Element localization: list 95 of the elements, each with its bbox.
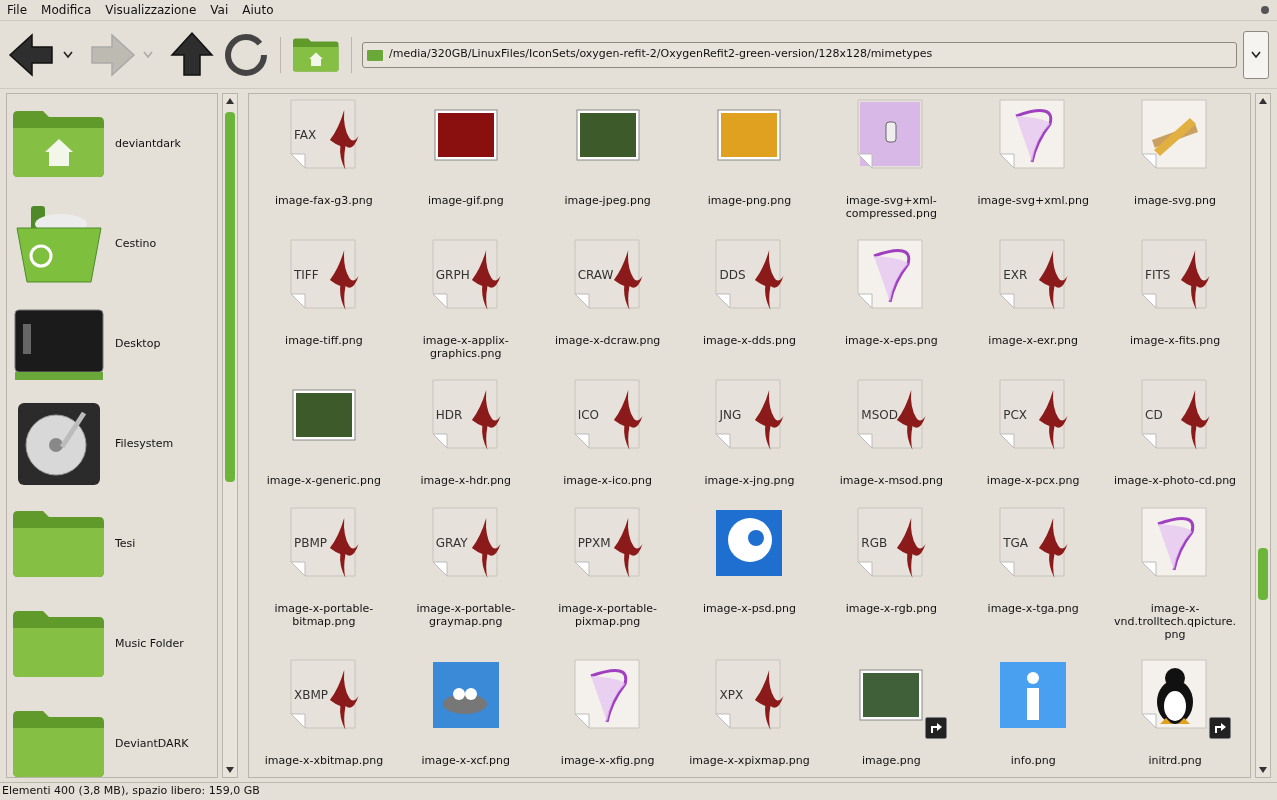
file-name[interactable]: info.png [971,754,1096,767]
menu-item[interactable]: Vai [210,1,229,19]
file-name[interactable]: image-x-rgb.png [829,602,954,615]
format-tag: JNG [719,406,742,424]
file-name[interactable]: image-fax-g3.png [261,194,386,207]
format-tag: TGA [1003,534,1029,552]
location-dropdown-button[interactable] [1243,30,1269,79]
monitor-icon [11,306,107,382]
place-label: Cestino [115,235,157,252]
place-item[interactable]: deviantdark [7,94,217,194]
file-name[interactable]: image-x-portable-pixmap.png [545,602,670,628]
up-button[interactable] [168,30,216,79]
scrollbar[interactable] [1255,93,1271,778]
status-text: Elementi 400 (3,8 MB), spazio libero: 159,0 GB [2,783,260,800]
format-tag: PBMP [293,534,327,552]
format-tag: HDR [435,406,463,424]
scroll-down-icon[interactable] [1259,767,1267,773]
place-item[interactable]: Filesystem [7,394,217,494]
folder-icon [367,48,383,61]
place-label: DeviantDARK [115,735,189,752]
file-name[interactable]: image-jpeg.png [545,194,670,207]
place-item[interactable]: Cestino [7,194,217,294]
file-name[interactable]: image-x-dcraw.png [545,334,670,347]
file-name[interactable]: image-x-msod.png [829,474,954,487]
file-name[interactable]: image-x-ico.png [545,474,670,487]
place-label: deviantdark [115,135,181,152]
folder-icon [11,508,107,580]
folder-icon [11,608,107,680]
file-name[interactable]: image-x-generic.png [261,474,386,487]
location-path: /media/320GB/LinuxFiles/IconSets/oxygen-refit-2/OxygenRefit2-green-version/128x128/mimetypes [389,46,933,63]
scroll-up-icon[interactable] [226,98,234,104]
file-name[interactable]: image-png.png [687,194,812,207]
file-name[interactable]: image-x-applix-graphics.png [403,334,528,360]
file-name[interactable]: image-x-jng.png [687,474,812,487]
format-tag: DDS [719,266,746,284]
caret-icon [1250,50,1262,59]
place-label: Music Folder [115,635,184,652]
file-name[interactable]: image-svg+xml-compressed.png [829,194,954,220]
format-tag: FITS [1145,266,1171,284]
file-name[interactable]: image-x-xcf.png [403,754,528,767]
location-field[interactable]: /media/320GB/LinuxFiles/IconSets/oxygen-refit-2/OxygenRefit2-green-version/128x128/mimetypes [362,41,1237,68]
scrollbar-thumb[interactable] [225,112,235,482]
file-name[interactable]: image-x-psd.png [687,602,812,615]
scroll-up-icon[interactable] [1259,98,1267,104]
file-name[interactable]: image-x-hdr.png [403,474,528,487]
place-item[interactable]: Tesi [7,494,217,594]
format-tag: XBMP [293,686,328,704]
menu-item[interactable]: Aiuto [242,1,274,19]
file-name[interactable]: image-x-fits.png [1113,334,1238,347]
file-name[interactable]: image-x-exr.png [971,334,1096,347]
file-name[interactable]: initrd.png [1113,754,1238,767]
scrollbar[interactable] [222,93,238,778]
file-name[interactable]: image-svg+xml.png [971,194,1096,207]
file-name[interactable]: image-x-portable-bitmap.png [261,602,386,628]
format-tag: PCX [1003,406,1028,424]
format-tag: CRAW [577,266,614,284]
file-name[interactable]: image-x-eps.png [829,334,954,347]
file-name[interactable]: image-x-xfig.png [545,754,670,767]
format-tag: MSOD [861,406,898,424]
place-item[interactable]: Music Folder [7,594,217,694]
file-name[interactable]: image-x-xpixmap.png [687,754,812,767]
scrollbar-thumb[interactable] [1258,548,1268,600]
format-tag: EXR [1003,266,1028,284]
format-tag: XPX [719,686,744,704]
file-name[interactable]: image-x-tga.png [971,602,1096,615]
format-tag: RGB [861,534,888,552]
format-tag: CD [1145,406,1163,424]
file-name[interactable]: image-gif.png [403,194,528,207]
place-item[interactable]: Desktop [7,294,217,394]
menu-item[interactable]: Visualizzazione [105,1,197,19]
file-name[interactable]: image-x-pcx.png [971,474,1096,487]
folder-icon [11,708,107,777]
menu-item[interactable]: Modifica [41,1,92,19]
file-name[interactable]: image-x-portable-graymap.png [403,602,528,628]
file-name[interactable]: image-x-photo-cd.png [1113,474,1238,487]
place-label: Tesi [115,535,136,552]
place-label: Filesystem [115,435,174,452]
file-name[interactable]: image-svg.png [1113,194,1238,207]
file-name[interactable]: image.png [829,754,954,767]
home-folder-icon [11,108,107,180]
scroll-down-icon[interactable] [226,767,234,773]
file-name[interactable]: image-x-dds.png [687,334,812,347]
place-label: Desktop [115,335,161,352]
format-tag: GRAY [435,534,468,552]
place-item[interactable]: DeviantDARK [7,694,217,777]
caret-icon[interactable] [62,50,74,59]
format-tag: ICO [577,406,599,424]
format-tag: FAX [293,126,317,144]
format-tag: PPXM [577,534,611,552]
file-name[interactable]: image-tiff.png [261,334,386,347]
file-name[interactable]: image-x-xbitmap.png [261,754,386,767]
file-name[interactable]: image-x-vnd.trolltech.qpicture.png [1113,602,1238,641]
menu-item[interactable]: File [7,1,28,19]
format-tag: TIFF [293,266,319,284]
format-tag: GRPH [435,266,470,284]
